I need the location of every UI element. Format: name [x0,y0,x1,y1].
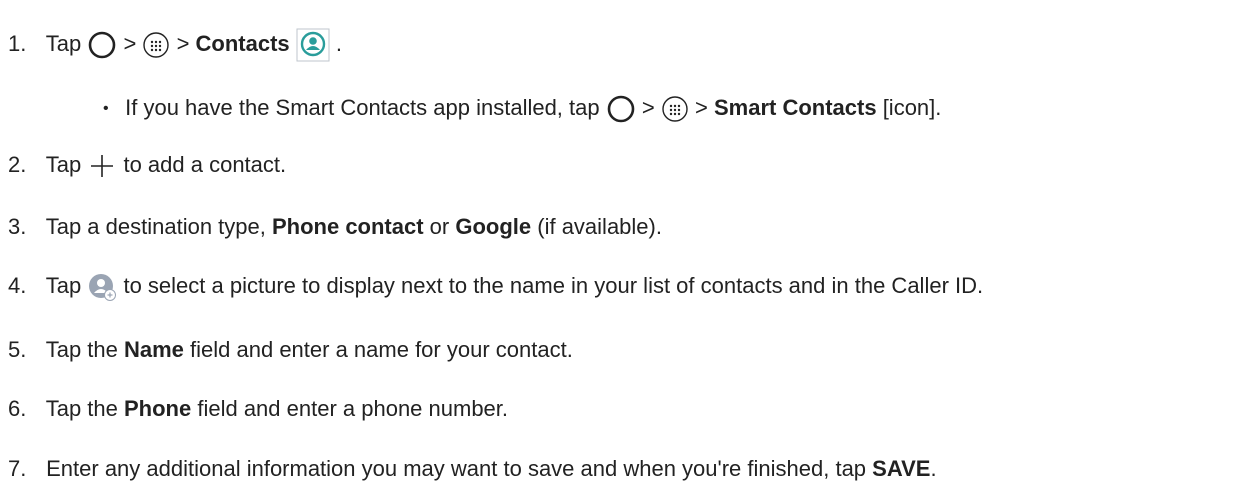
add-picture-icon [87,272,117,302]
step-6: 6. Tap the Phone field and enter a phone… [8,395,508,423]
step-text: or [423,214,456,239]
step-3: 3. Tap a destination type, Phone contact… [8,213,662,241]
step-number: 4. [8,273,27,298]
step-text: Tap [45,30,82,56]
step-text: to add a contact. [123,152,287,177]
step-text: Tap the [45,337,124,362]
step-text: > [123,30,137,56]
step-text: Tap a destination type, [45,214,272,239]
step-text: (if available). [531,214,662,239]
step-number: 3. [8,214,27,239]
step-text: Tap [45,152,82,177]
step-text: . [930,456,937,481]
phone-contact-label: Phone contact [271,214,424,239]
step-text: Enter any additional information you may… [46,456,873,481]
step-2: 2. Tap to add a contact. [8,151,286,181]
step-text: If you have the Smart Contacts app insta… [125,95,600,120]
plus-icon [87,151,117,181]
apps-grid-icon [142,31,170,59]
step-text: Tap [45,273,82,298]
step-number: 6. [8,396,27,421]
step-number: 5. [8,337,27,362]
step-4: 4. Tap to select a picture to display ne… [8,272,983,302]
step-number: 2. [8,152,27,177]
google-label: Google [455,214,532,239]
step-text: field and enter a phone number. [191,396,509,421]
step-text: Tap the [45,396,124,421]
contacts-label: Contacts [195,30,290,56]
substep-smart-contacts: • If you have the Smart Contacts app ins… [103,94,941,124]
step-5: 5. Tap the Name field and enter a name f… [8,336,573,364]
apps-grid-icon [661,95,689,123]
step-text: > [176,30,190,56]
step-number: 1. [8,30,27,56]
step-text: > [694,95,708,120]
step-7: 7. Enter any additional information you … [8,455,937,483]
step-text: to select a picture to display next to t… [123,273,984,298]
step-text: [icon]. [882,95,942,120]
step-text: . [335,30,343,56]
phone-field-label: Phone [124,396,192,421]
name-field-label: Name [124,337,184,362]
step-1: 1. Tap > > Contacts . [8,28,342,62]
circle-home-icon [606,94,636,124]
circle-home-icon [87,30,117,60]
contacts-app-icon [296,28,330,62]
step-number: 7. [8,456,27,481]
smart-contacts-label: Smart Contacts [713,95,877,120]
bullet: • [103,100,109,117]
save-label: SAVE [872,456,931,481]
step-text: field and enter a name for your contact. [183,337,573,362]
step-text: > [641,95,655,120]
